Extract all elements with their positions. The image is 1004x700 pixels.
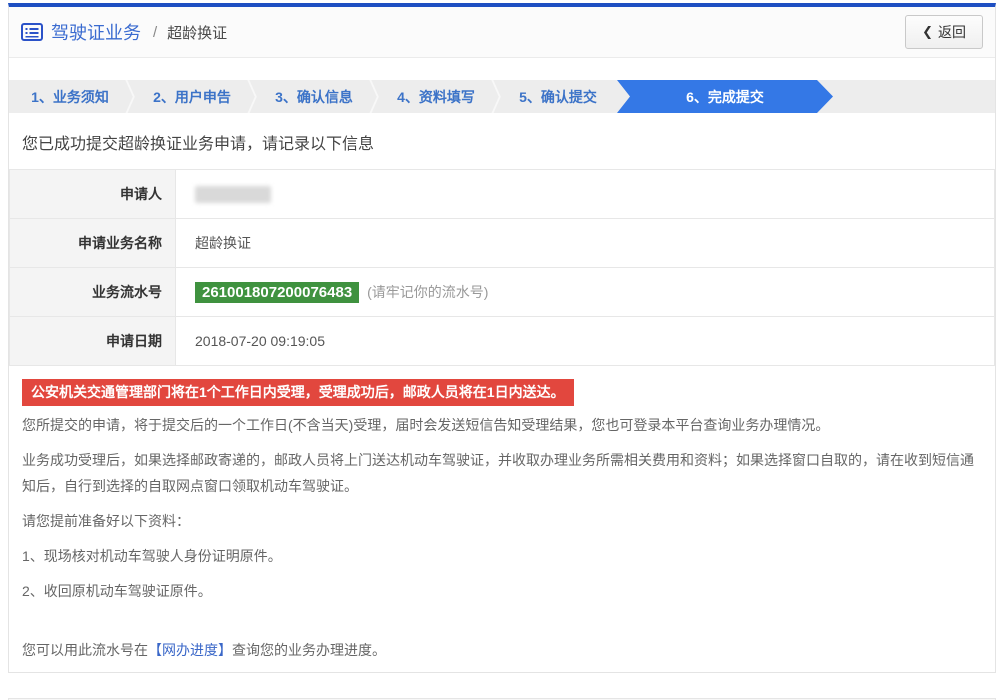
notice-paragraph: 2、收回原机动车驾驶证原件。 <box>22 578 982 604</box>
main-panel: 驾驶证业务 / 超龄换证 ❮ 返回 1、业务须知 2、用户申告 3、确认信息 4… <box>8 3 996 673</box>
progress-line-before: 您可以用此流水号在 <box>22 642 148 658</box>
chevron-left-icon: ❮ <box>922 24 933 40</box>
flow-number-badge: 261001807200076483 <box>195 282 359 303</box>
breadcrumb-separator: / <box>153 24 157 41</box>
table-row-apply-date: 申请日期 2018-07-20 09:19:05 <box>10 317 995 366</box>
redacted-name-block <box>195 186 271 203</box>
processing-warning-banner: 公安机关交通管理部门将在1个工作日内受理，受理成功后，邮政人员将在1日内送达。 <box>22 379 574 406</box>
step-2-user-declaration: 2、用户申告 <box>131 80 253 113</box>
notice-paragraph: 请您提前准备好以下资料： <box>22 508 982 534</box>
page-title: 驾驶证业务 <box>51 19 141 45</box>
step-bar-filler <box>833 80 995 113</box>
row-label: 申请人 <box>10 170 176 219</box>
flow-number-note: (请牢记你的流水号) <box>367 284 488 300</box>
step-6-complete-submit-active: 6、完成提交 <box>617 80 833 113</box>
step-1-business-notice: 1、业务须知 <box>9 80 131 113</box>
step-label: 5、确认提交 <box>519 87 597 107</box>
step-5-confirm-submit: 5、确认提交 <box>497 80 619 113</box>
notice-paragraph: 业务成功受理后，如果选择邮政寄递的，邮政人员将上门送达机动车驾驶证，并收取办理业… <box>22 447 982 499</box>
step-label: 1、业务须知 <box>31 87 109 107</box>
row-label: 业务流水号 <box>10 268 176 317</box>
step-label: 2、用户申告 <box>153 87 231 107</box>
row-value-business-name: 超龄换证 <box>176 219 995 268</box>
step-label: 6、完成提交 <box>686 87 764 107</box>
table-row-business-name: 申请业务名称 超龄换证 <box>10 219 995 268</box>
step-label: 4、资料填写 <box>397 87 475 107</box>
page-header: 驾驶证业务 / 超龄换证 ❮ 返回 <box>9 7 995 58</box>
step-progress-bar: 1、业务须知 2、用户申告 3、确认信息 4、资料填写 5、确认提交 6、完成提… <box>9 80 995 113</box>
row-label: 申请日期 <box>10 317 176 366</box>
row-value-applicant <box>176 170 995 219</box>
success-heading: 您已成功提交超龄换证业务申请，请记录以下信息 <box>22 130 982 154</box>
page-subtitle: 超龄换证 <box>167 22 227 43</box>
table-row-flow-number: 业务流水号 261001807200076483 (请牢记你的流水号) <box>10 268 995 317</box>
row-label: 申请业务名称 <box>10 219 176 268</box>
step-3-confirm-info: 3、确认信息 <box>253 80 375 113</box>
notice-text-block: 您所提交的申请，将于提交后的一个工作日(不含当天)受理，届时会发送短信告知受理结… <box>22 412 982 604</box>
table-row-applicant: 申请人 <box>10 170 995 219</box>
row-value-apply-date: 2018-07-20 09:19:05 <box>176 317 995 366</box>
row-value-flow-number: 261001807200076483 (请牢记你的流水号) <box>176 268 995 317</box>
notice-paragraph: 1、现场核对机动车驾驶人身份证明原件。 <box>22 543 982 569</box>
step-label: 3、确认信息 <box>275 87 353 107</box>
online-progress-link[interactable]: 【网办进度】 <box>148 642 232 658</box>
notice-paragraph: 您所提交的申请，将于提交后的一个工作日(不含当天)受理，届时会发送短信告知受理结… <box>22 412 982 438</box>
license-list-icon <box>21 23 43 41</box>
progress-query-line: 您可以用此流水号在【网办进度】查询您的业务办理进度。 <box>22 637 982 672</box>
breadcrumb: 驾驶证业务 / 超龄换证 <box>21 19 227 45</box>
header-back-button[interactable]: ❮ 返回 <box>905 15 983 49</box>
application-info-table: 申请人 申请业务名称 超龄换证 业务流水号 261001807200076483… <box>9 169 995 366</box>
header-back-label: 返回 <box>938 22 966 42</box>
step-4-fill-materials: 4、资料填写 <box>375 80 497 113</box>
progress-line-after: 查询您的业务办理进度。 <box>232 642 386 658</box>
